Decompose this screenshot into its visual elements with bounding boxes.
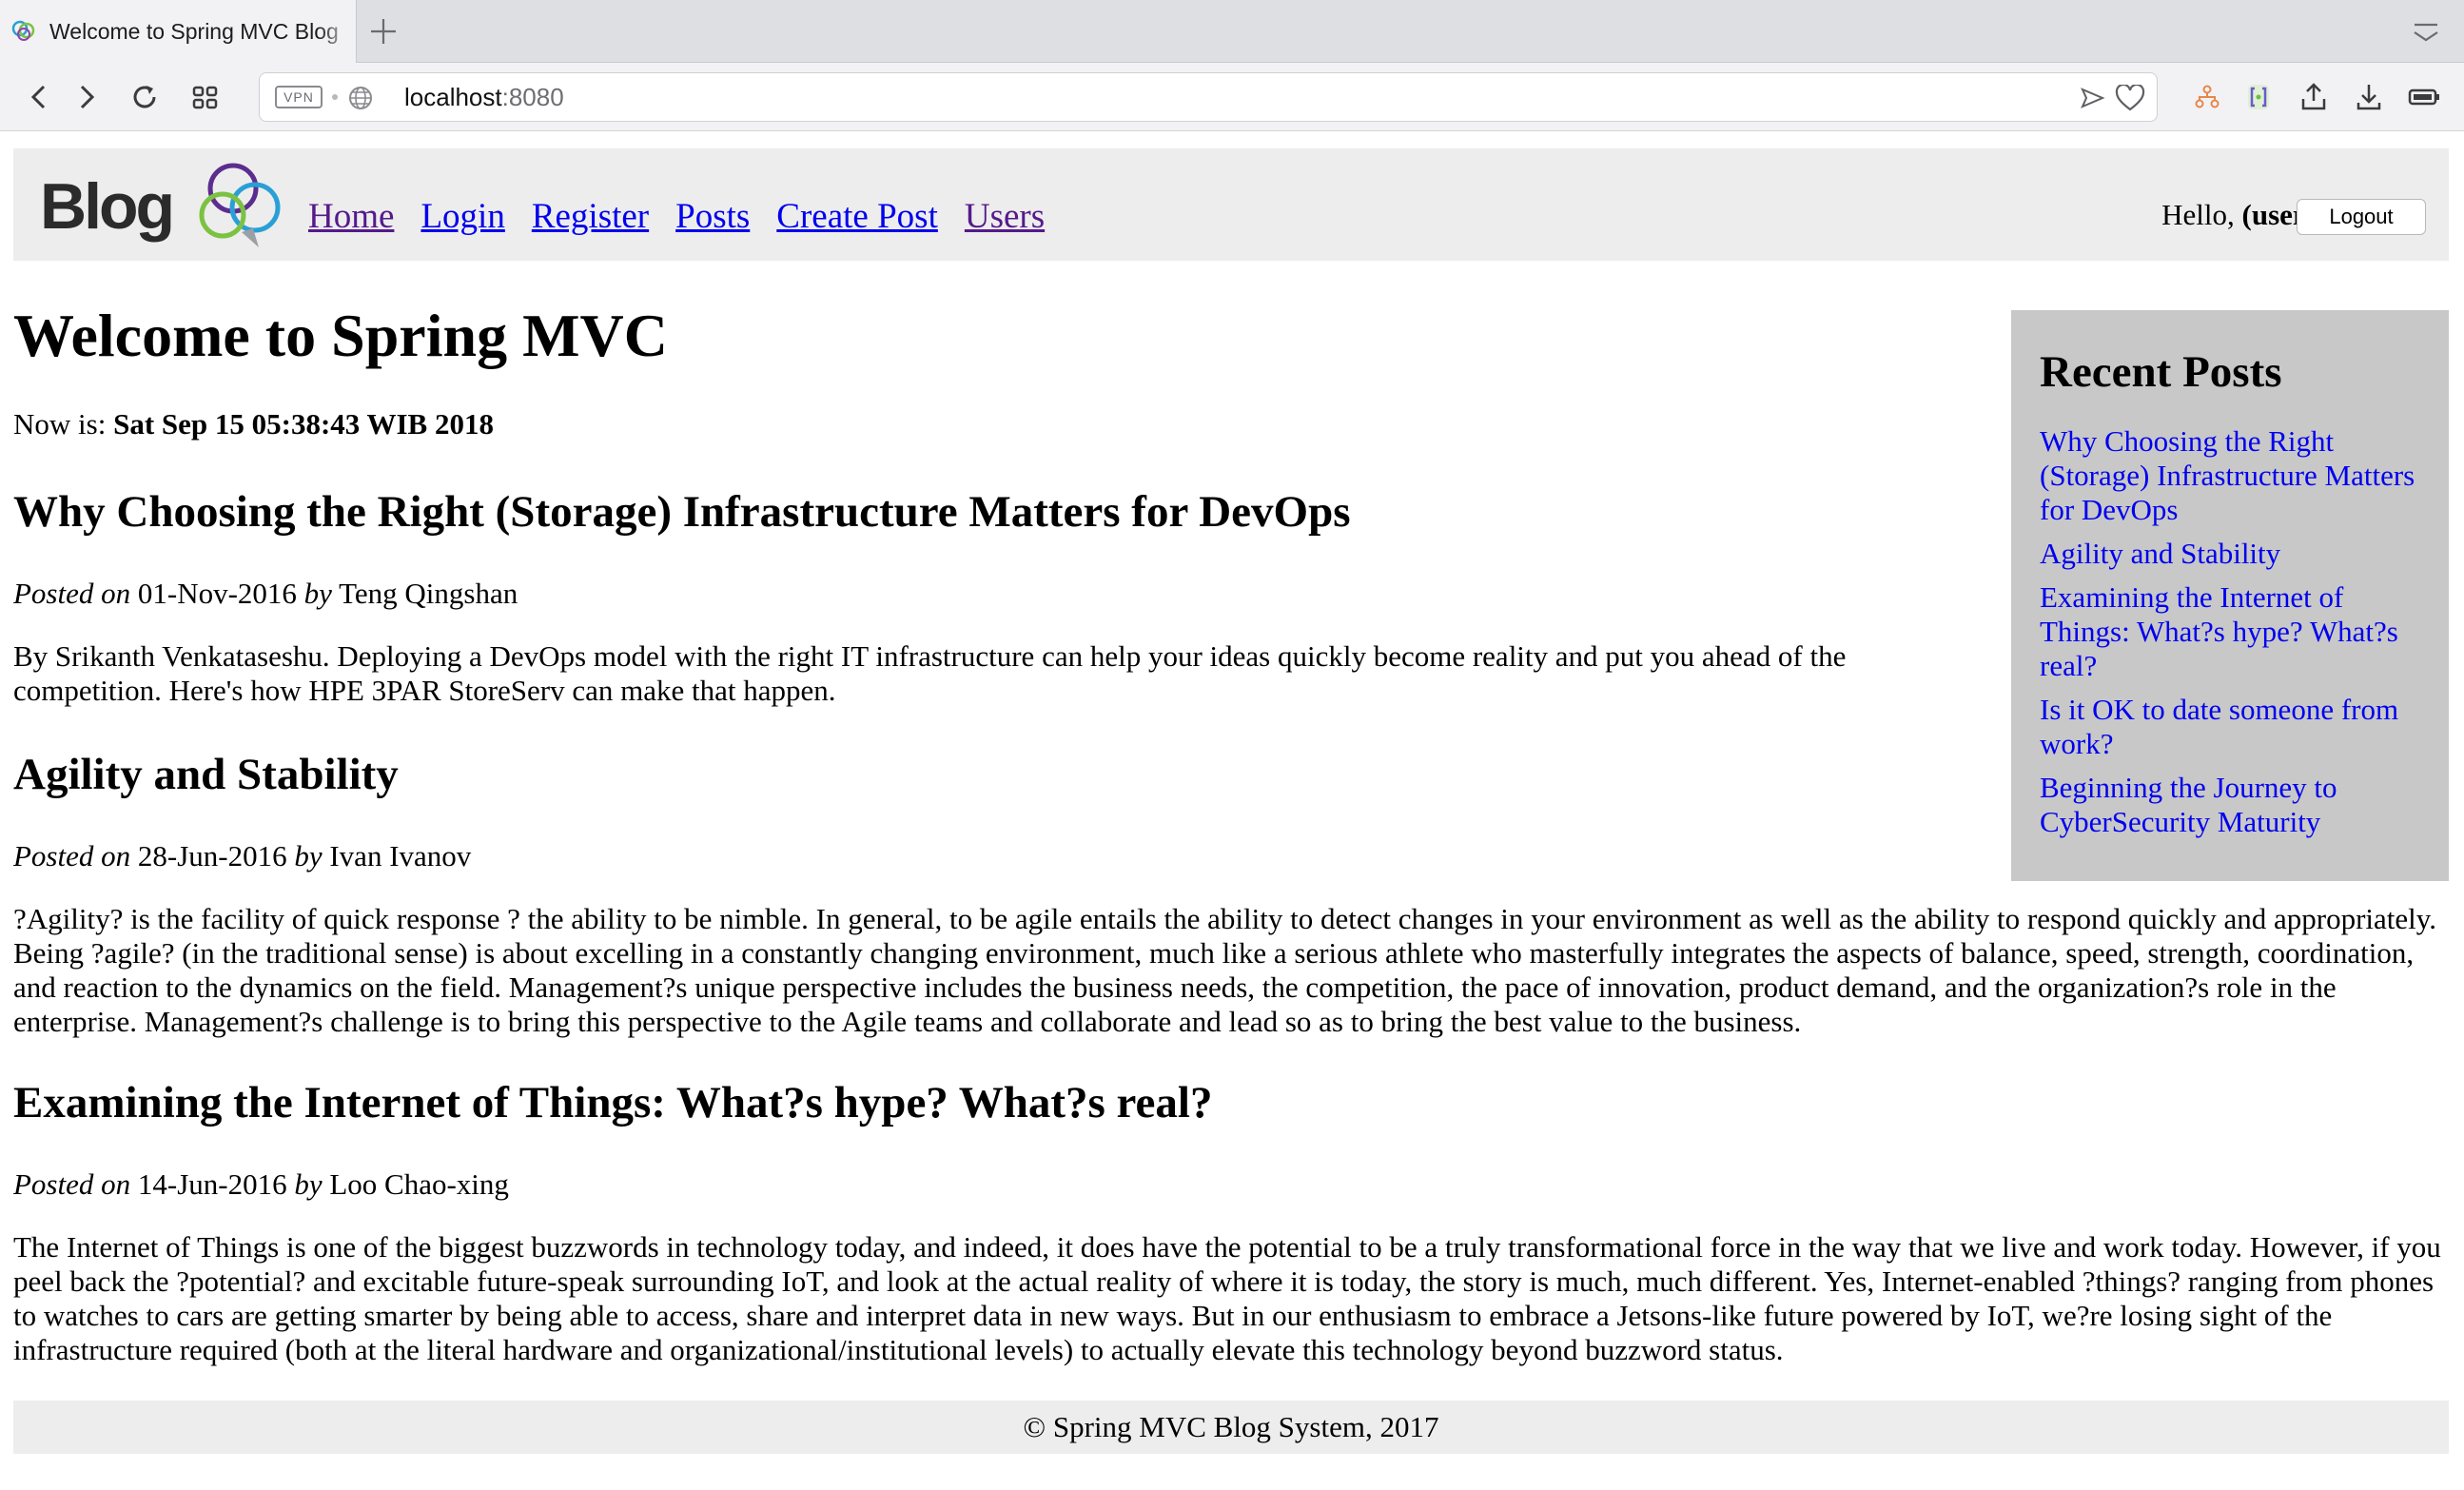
posted-on-label: Posted on xyxy=(13,577,131,610)
url-port: :8080 xyxy=(501,83,564,111)
site-header: Blog Home Login Register Posts Create Po… xyxy=(13,148,2449,261)
by-label: by xyxy=(303,577,332,610)
post-meta: Posted on 01-Nov-2016 by Teng Qingshan xyxy=(13,577,518,611)
recent-post-link[interactable]: Agility and Stability xyxy=(2040,537,2430,571)
by-label: by xyxy=(294,839,323,872)
by-label: by xyxy=(294,1167,323,1201)
tab-list-menu-icon[interactable] xyxy=(2412,21,2440,44)
browser-toolbar: VPN localhost:8080 xyxy=(0,63,2464,131)
recent-post-link[interactable]: Examining the Internet of Things: What?s… xyxy=(2040,580,2430,683)
forward-arrow-icon[interactable] xyxy=(68,80,103,114)
post-title[interactable]: Examining the Internet of Things: What?s… xyxy=(13,1077,1212,1128)
recent-post-link[interactable]: Why Choosing the Right (Storage) Infrast… xyxy=(2040,424,2430,527)
recent-posts-list: Why Choosing the Right (Storage) Infrast… xyxy=(2040,424,2430,849)
address-bar[interactable]: VPN localhost:8080 xyxy=(259,72,2158,122)
page-title: Welcome to Spring MVC xyxy=(13,302,668,369)
recent-posts-sidebar: Recent Posts Why Choosing the Right (Sto… xyxy=(2011,310,2449,881)
post-meta: Posted on 14-Jun-2016 by Loo Chao-xing xyxy=(13,1167,509,1202)
separator-dot xyxy=(332,94,338,100)
post-date: 28-Jun-2016 xyxy=(137,839,287,872)
user-greeting: Hello, (user) xyxy=(2161,198,2316,232)
post-title[interactable]: Why Choosing the Right (Storage) Infrast… xyxy=(13,486,1351,538)
greeting-prefix: Hello, xyxy=(2161,198,2242,231)
nav-link-create-post[interactable]: Create Post xyxy=(776,197,938,236)
chat-bubbles-icon xyxy=(199,163,281,247)
new-tab-plus-icon[interactable] xyxy=(367,15,400,48)
speed-dial-grid-icon[interactable] xyxy=(188,80,223,114)
logout-button[interactable]: Logout xyxy=(2297,199,2426,235)
heart-bookmark-icon[interactable] xyxy=(2115,85,2145,111)
extension-brackets-icon[interactable] xyxy=(2241,80,2276,114)
post-body: ?Agility? is the facility of quick respo… xyxy=(13,902,2437,1038)
recent-post-link[interactable]: Beginning the Journey to CyberSecurity M… xyxy=(2040,771,2430,839)
post-author: Ivan Ivanov xyxy=(329,839,472,872)
blog-logo[interactable]: Blog xyxy=(40,152,287,257)
sidebar-title: Recent Posts xyxy=(2040,347,2282,397)
site-footer: © Spring MVC Blog System, 2017 xyxy=(13,1401,2449,1454)
post-author: Loo Chao-xing xyxy=(329,1167,509,1201)
current-time: Now is: Sat Sep 15 05:38:43 WIB 2018 xyxy=(13,407,494,441)
url-text[interactable]: localhost:8080 xyxy=(404,83,564,112)
browser-tab-bar: Welcome to Spring MVC Blog xyxy=(0,0,2464,63)
post-title[interactable]: Agility and Stability xyxy=(13,749,399,800)
browser-tab[interactable]: Welcome to Spring MVC Blog xyxy=(0,0,357,63)
post-meta: Posted on 28-Jun-2016 by Ivan Ivanov xyxy=(13,839,471,873)
back-arrow-icon[interactable] xyxy=(23,80,57,114)
tab-title-fade xyxy=(318,0,356,63)
send-arrow-icon[interactable] xyxy=(2079,85,2105,111)
post-date: 01-Nov-2016 xyxy=(137,577,297,610)
now-value: Sat Sep 15 05:38:43 WIB 2018 xyxy=(113,407,494,441)
nav-link-login[interactable]: Login xyxy=(420,197,504,236)
web-page: Blog Home Login Register Posts Create Po… xyxy=(0,131,2464,1490)
main-nav: Home Login Register Posts Create Post Us… xyxy=(308,196,1067,237)
chat-bubbles-favicon-icon xyxy=(11,20,35,41)
extension-tree-icon[interactable] xyxy=(2190,80,2224,114)
globe-icon[interactable] xyxy=(347,85,374,111)
nav-link-register[interactable]: Register xyxy=(532,197,649,236)
logo-text: Blog xyxy=(40,170,172,243)
tab-title: Welcome to Spring MVC Blog xyxy=(49,19,339,44)
reload-icon[interactable] xyxy=(127,80,162,114)
nav-link-home[interactable]: Home xyxy=(308,197,394,236)
post-author: Teng Qingshan xyxy=(339,577,518,610)
nav-link-users[interactable]: Users xyxy=(965,197,1045,236)
url-host: localhost xyxy=(404,83,502,111)
recent-post-link[interactable]: Is it OK to date someone from work? xyxy=(2040,693,2430,761)
posted-on-label: Posted on xyxy=(13,839,131,872)
battery-icon[interactable] xyxy=(2407,80,2441,114)
post-body: By Srikanth Venkataseshu. Deploying a De… xyxy=(13,639,1847,707)
posted-on-label: Posted on xyxy=(13,1167,131,1201)
download-icon[interactable] xyxy=(2352,80,2386,114)
now-label: Now is: xyxy=(13,407,114,441)
nav-link-posts[interactable]: Posts xyxy=(675,197,750,236)
post-date: 14-Jun-2016 xyxy=(137,1167,287,1201)
share-upload-icon[interactable] xyxy=(2297,80,2331,114)
post-body: The Internet of Things is one of the big… xyxy=(13,1230,2441,1366)
vpn-badge[interactable]: VPN xyxy=(275,86,323,108)
